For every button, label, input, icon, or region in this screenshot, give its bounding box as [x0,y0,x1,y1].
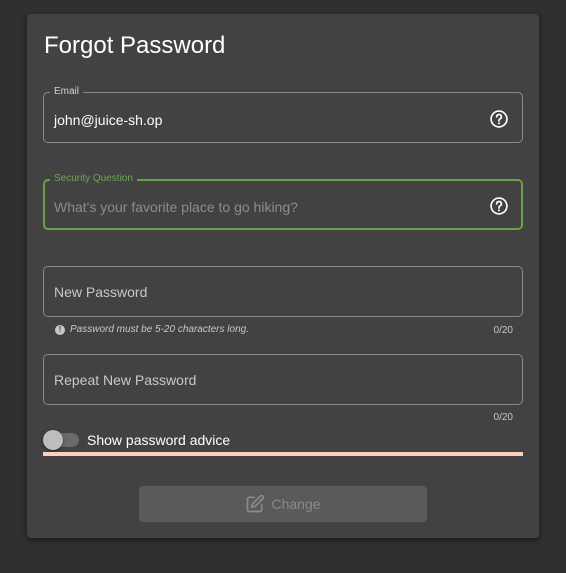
info-icon: ! [55,324,65,335]
password-advice-toggle-row: Show password advice [43,430,230,450]
email-field[interactable]: Email john@juice-sh.op [43,86,523,143]
new-password-counter: 0/20 [493,325,513,336]
password-advice-toggle[interactable] [43,430,79,450]
help-circle-icon[interactable] [489,109,509,129]
forgot-password-card: Forgot Password Email john@juice-sh.op S… [27,14,539,538]
password-hint: ! Password must be 5-20 characters long. [55,324,249,335]
password-strength-bar [43,452,523,456]
security-question-label: Security Question [50,173,137,185]
repeat-password-field[interactable]: Repeat New Password [43,354,523,405]
repeat-password-label: Repeat New Password [54,372,197,388]
edit-icon [247,494,265,513]
security-question-field[interactable]: Security Question [43,173,523,230]
repeat-password-counter: 0/20 [493,412,513,423]
change-button-label: Change [271,496,321,512]
security-question-input[interactable] [54,197,474,217]
password-advice-label[interactable]: Show password advice [87,432,230,448]
change-button[interactable]: Change [139,486,427,522]
toggle-thumb [43,430,63,450]
new-password-label: New Password [54,284,148,300]
password-hint-text: Password must be 5-20 characters long. [70,324,249,335]
new-password-field[interactable]: New Password [43,266,523,317]
help-circle-icon[interactable] [489,196,509,216]
email-label: Email [50,86,84,98]
page-title: Forgot Password [44,32,226,59]
email-value: john@juice-sh.op [54,112,163,128]
